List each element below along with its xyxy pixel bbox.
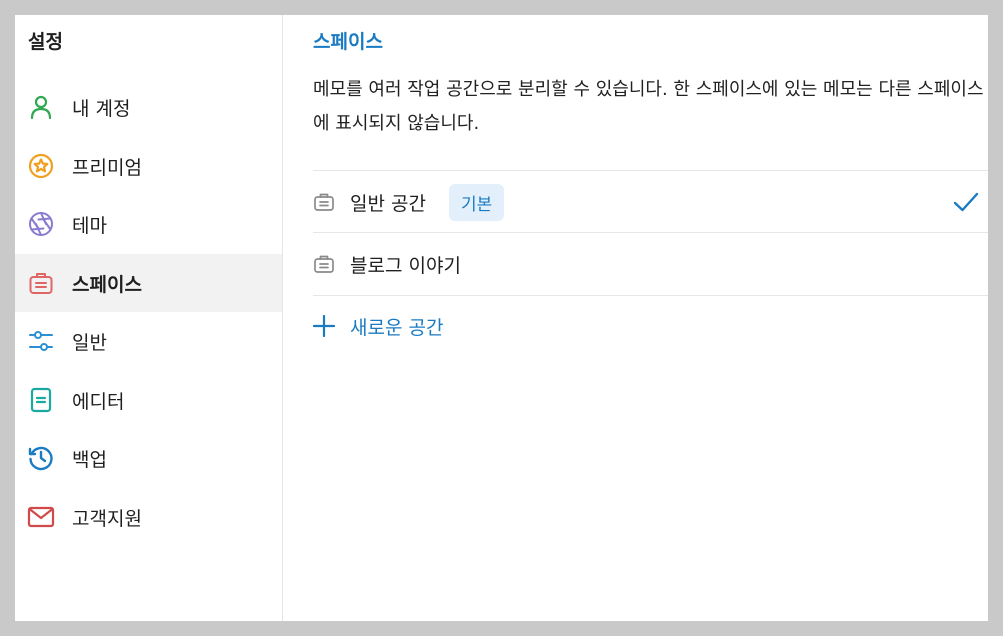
sidebar-item-support[interactable]: 고객지원 [15,488,282,546]
briefcase-icon [313,253,335,275]
sidebar-title: 설정 [28,31,63,53]
spaces-description: 메모를 여러 작업 공간으로 분리할 수 있습니다. 한 스페이스에 있는 메모… [313,79,984,134]
space-item-blog[interactable]: 블로그 이야기 [313,232,988,295]
default-badge: 기본 [449,183,505,221]
person-icon [27,93,55,121]
new-space-button[interactable]: 새로운 공간 [313,296,988,356]
sidebar-item-spaces[interactable]: 스페이스 [15,254,282,312]
sidebar-item-label: 백업 [72,448,107,471]
settings-window: 설정 내 계정 프리미엄 테마 스페이스 일반 에디터 백업 고객지원 스페이스… [15,15,988,621]
sidebar-item-account[interactable]: 내 계정 [15,78,282,136]
plus-icon [313,315,335,337]
briefcase-icon [27,269,55,297]
sidebar-item-label: 스페이스 [72,273,142,296]
new-space-label: 새로운 공간 [350,316,444,339]
sidebar-item-label: 프리미엄 [72,156,142,179]
sidebar-item-label: 에디터 [72,390,125,413]
sidebar-item-label: 내 계정 [72,97,131,120]
sidebar-item-theme[interactable]: 테마 [15,195,282,253]
page-title: 스페이스 [313,31,383,53]
spaces-panel: 스페이스 메모를 여러 작업 공간으로 분리할 수 있습니다. 한 스페이스에 … [313,15,988,621]
sidebar-item-label: 일반 [72,331,107,354]
sidebar: 설정 내 계정 프리미엄 테마 스페이스 일반 에디터 백업 고객지원 [15,15,283,621]
sidebar-item-general[interactable]: 일반 [15,312,282,370]
checkmark-icon [953,192,979,212]
briefcase-icon [313,191,335,213]
mail-icon [27,503,55,531]
sidebar-item-label: 고객지원 [72,507,142,530]
space-name: 일반 공간 [350,192,426,215]
sliders-icon [27,327,55,355]
sidebar-item-editor[interactable]: 에디터 [15,371,282,429]
space-item-general[interactable]: 일반 공간 기본 [313,170,988,233]
document-icon [27,386,55,414]
sidebar-item-premium[interactable]: 프리미엄 [15,137,282,195]
star-badge-icon [27,152,55,180]
history-icon [27,444,55,472]
sidebar-item-backup[interactable]: 백업 [15,429,282,487]
sidebar-item-label: 테마 [72,214,107,237]
aperture-icon [27,210,55,238]
space-name: 블로그 이야기 [350,254,461,277]
